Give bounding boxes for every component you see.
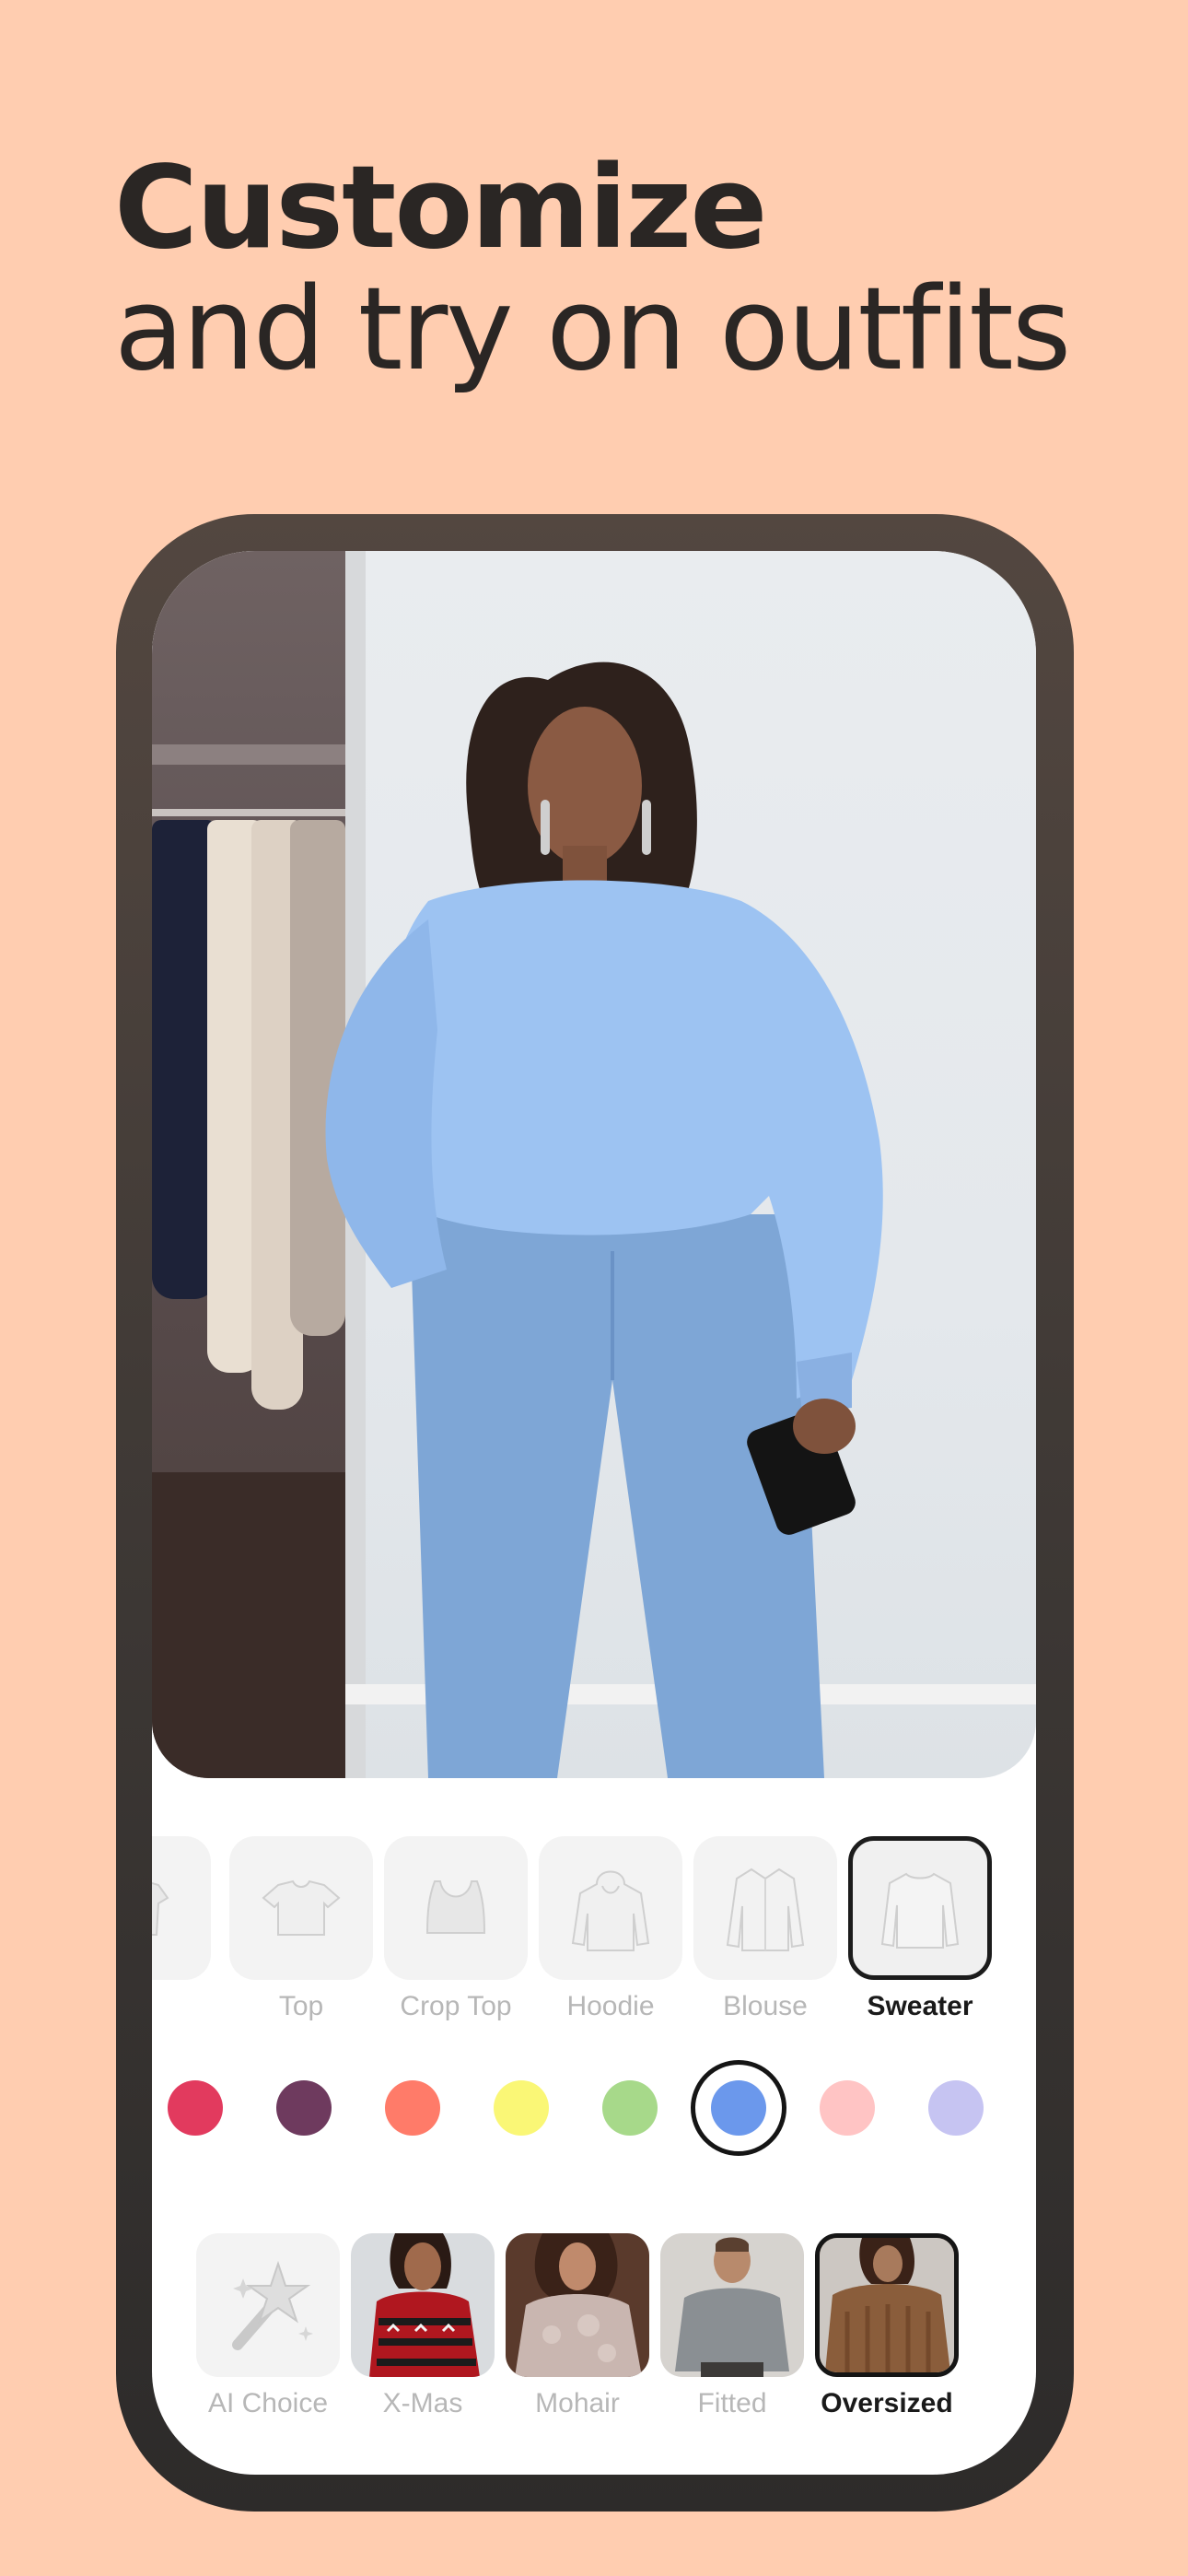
- color-swatch-7[interactable]: [928, 2080, 984, 2136]
- blouse-icon: [726, 1868, 805, 1951]
- color-swatch-row: [152, 2060, 1036, 2156]
- style-label-fitted: Fitted: [697, 2388, 767, 2418]
- garment-tile-blouse[interactable]: [693, 1836, 837, 1980]
- style-tile-fitted[interactable]: [660, 2233, 804, 2377]
- garment-label-hoodie: Hoodie: [566, 1991, 655, 2021]
- try-on-preview-photo: [152, 551, 1036, 1778]
- oversized-sweater-photo: [820, 2238, 954, 2372]
- hoodie-icon: [571, 1870, 650, 1951]
- color-swatch-3[interactable]: [494, 2080, 549, 2136]
- magic-wand-icon: [232, 2260, 313, 2350]
- headline-line-2: and try on outfits: [114, 263, 1071, 396]
- garment-label-top: Top: [278, 1991, 324, 2021]
- garment-tile-shirt[interactable]: [152, 1836, 211, 1980]
- garment-label-blouse: Blouse: [723, 1991, 808, 2021]
- sweater-icon: [880, 1872, 960, 1949]
- color-swatch-6[interactable]: [820, 2080, 875, 2136]
- style-label-ai-choice: AI Choice: [207, 2388, 329, 2418]
- shirt-icon: [152, 1881, 169, 1936]
- tshirt-icon: [262, 1879, 341, 1936]
- x-mas-sweater-photo: [369, 2233, 480, 2377]
- style-tile-ai-choice[interactable]: [196, 2233, 340, 2377]
- app-screen: hirt Top Crop Top Hoodie Blous: [152, 551, 1036, 2475]
- garment-label-crop-top: Crop Top: [400, 1991, 512, 2021]
- garment-type-strip: hirt Top Crop Top Hoodie Blous: [152, 1836, 1036, 2021]
- garment-tile-crop-top[interactable]: [384, 1836, 528, 1980]
- garment-tile-sweater[interactable]: [848, 1836, 992, 1980]
- garment-label-shirt: hirt: [152, 1991, 211, 2022]
- garment-label-sweater: Sweater: [867, 1991, 973, 2021]
- mohair-sweater-photo: [515, 2233, 642, 2377]
- color-swatch-4[interactable]: [602, 2080, 658, 2136]
- style-label-oversized: Oversized: [821, 2388, 953, 2418]
- color-swatch-2[interactable]: [385, 2080, 440, 2136]
- style-label-x-mas: X-Mas: [382, 2388, 463, 2418]
- garment-tile-top[interactable]: [229, 1836, 373, 1980]
- style-strip: AI Choice X-Mas Mohair Fitted Oversized: [152, 2233, 1036, 2418]
- selected-swatch-ring: [691, 2060, 786, 2156]
- headline: Customize and try on outfits: [114, 147, 1127, 391]
- garment-tile-hoodie[interactable]: [539, 1836, 682, 1980]
- style-tile-x-mas[interactable]: [351, 2233, 495, 2377]
- color-swatch-1[interactable]: [276, 2080, 332, 2136]
- headline-line-1: Customize: [114, 142, 768, 275]
- style-tile-mohair[interactable]: [506, 2233, 649, 2377]
- style-label-mohair: Mohair: [535, 2388, 620, 2418]
- model-figure: [325, 662, 883, 1778]
- style-tile-oversized[interactable]: [815, 2233, 959, 2377]
- fitted-sweater-photo: [675, 2237, 789, 2377]
- color-swatch-0[interactable]: [168, 2080, 223, 2136]
- crop-top-icon: [425, 1880, 486, 1934]
